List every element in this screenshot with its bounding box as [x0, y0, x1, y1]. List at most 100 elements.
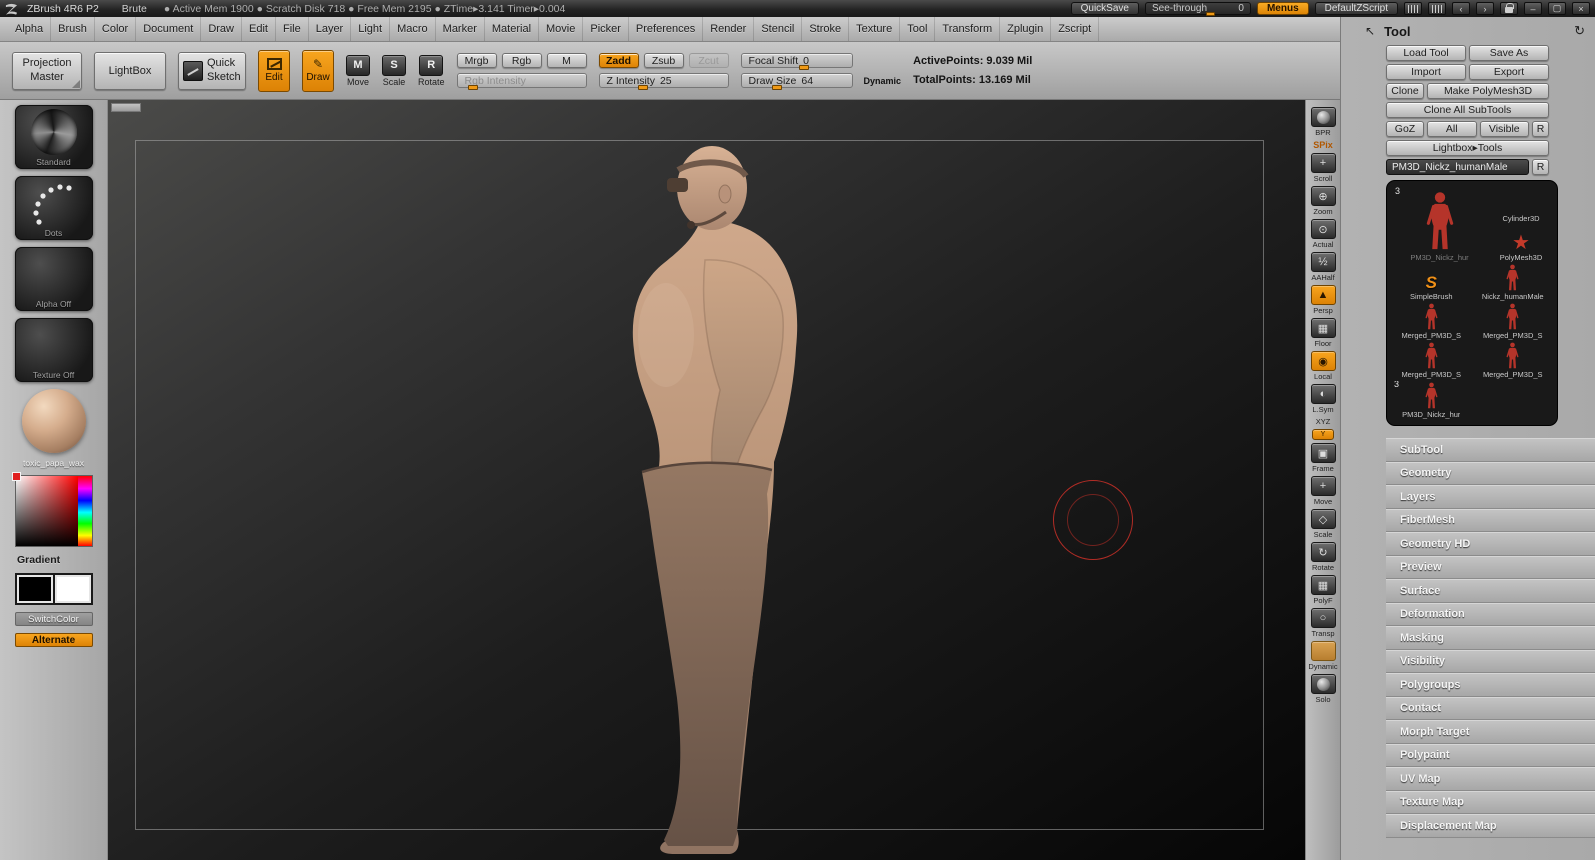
mrgb-button[interactable]: Mrgb — [456, 53, 497, 68]
menu-document[interactable]: Document — [136, 17, 202, 41]
section-visibility[interactable]: Visibility — [1386, 649, 1595, 673]
section-contact[interactable]: Contact — [1386, 696, 1595, 720]
menu-edit[interactable]: Edit — [242, 17, 276, 41]
import-button[interactable]: Import — [1386, 64, 1466, 80]
spix-button[interactable]: SPix — [1313, 140, 1333, 150]
rotate3d-button[interactable]: ↻ Rotate — [1310, 542, 1336, 572]
scroll-button[interactable]: + Scroll — [1310, 153, 1336, 183]
xyz-button[interactable]: XYZ — [1316, 417, 1331, 426]
tool-thumb-nickz-humanmale[interactable]: Nickz_humanMale — [1474, 264, 1553, 301]
section-polypaint[interactable]: Polypaint — [1386, 743, 1595, 767]
projection-master-button[interactable]: Projection Master — [12, 51, 82, 90]
see-through-handle[interactable] — [1206, 12, 1216, 16]
goz-all-button[interactable]: All — [1427, 121, 1477, 137]
m-button[interactable]: M — [546, 53, 587, 68]
edit-toggle[interactable]: Edit — [258, 49, 290, 92]
menu-layer[interactable]: Layer — [309, 17, 352, 41]
tool-thumb-pm3d-nickz[interactable]: 3 PM3D_Nickz_hur — [1392, 381, 1471, 419]
menu-zscript[interactable]: Zscript — [1051, 17, 1100, 41]
section-morph-target[interactable]: Morph Target — [1386, 720, 1595, 744]
secondary-color-swatch[interactable] — [54, 575, 91, 603]
ui-config-icon[interactable] — [1404, 2, 1422, 15]
aahalf-button[interactable]: ½ AAHalf — [1310, 252, 1336, 282]
floor-y-axis-button[interactable]: Y — [1312, 429, 1334, 440]
menu-light[interactable]: Light — [351, 17, 391, 41]
persp-button[interactable]: ▲ Persp — [1310, 285, 1336, 315]
menu-zplugin[interactable]: Zplugin — [1000, 17, 1052, 41]
current-material-thumbnail[interactable] — [21, 389, 86, 453]
primary-color-swatch[interactable] — [16, 575, 53, 603]
clone-all-subtools-button[interactable]: Clone All SubTools — [1386, 102, 1549, 118]
goz-visible-button[interactable]: Visible — [1479, 121, 1529, 137]
section-surface[interactable]: Surface — [1386, 579, 1595, 603]
z-intensity-slider[interactable]: Z Intensity 25 — [598, 73, 729, 90]
quicksave-button[interactable]: QuickSave — [1070, 2, 1139, 15]
scale3d-button[interactable]: ◇ Scale — [1310, 509, 1336, 539]
menu-tool[interactable]: Tool — [900, 17, 936, 41]
canvas-corner-handle[interactable] — [111, 103, 141, 112]
zcut-button[interactable]: Zcut — [688, 53, 729, 68]
rgb-intensity-slider[interactable]: Rgb Intensity — [456, 73, 587, 90]
dynamic-persp-button[interactable]: Dynamic — [1308, 641, 1338, 671]
section-deformation[interactable]: Deformation — [1386, 602, 1595, 626]
menu-movie[interactable]: Movie — [539, 17, 584, 41]
see-through-slider[interactable]: See-through 0 — [1144, 2, 1251, 16]
menu-stroke[interactable]: Stroke — [802, 17, 850, 41]
section-masking[interactable]: Masking — [1386, 626, 1595, 650]
lightbox-tools-button[interactable]: Lightbox▸Tools — [1386, 140, 1549, 156]
rgb-intensity-handle[interactable] — [467, 85, 478, 90]
section-geometry[interactable]: Geometry — [1386, 461, 1595, 485]
current-stroke-thumbnail[interactable]: Dots — [14, 176, 93, 240]
section-layers[interactable]: Layers — [1386, 485, 1595, 509]
menu-transform[interactable]: Transform — [935, 17, 1001, 41]
switch-color-button[interactable]: SwitchColor — [14, 612, 93, 626]
current-alpha-thumbnail[interactable]: Alpha Off — [14, 247, 93, 311]
section-preview[interactable]: Preview — [1386, 555, 1595, 579]
current-color-swatch[interactable] — [11, 472, 21, 481]
draw-toggle[interactable]: ✎ Draw — [302, 49, 334, 92]
goz-button[interactable]: GoZ — [1386, 121, 1424, 137]
section-texture-map[interactable]: Texture Map — [1386, 790, 1595, 814]
sculpt-canvas[interactable] — [108, 100, 1305, 860]
focal-shift-handle[interactable] — [798, 65, 809, 70]
section-subtool[interactable]: SubTool — [1386, 438, 1595, 462]
lightbox-button[interactable]: LightBox — [94, 51, 166, 90]
section-polygroups[interactable]: Polygroups — [1386, 673, 1595, 697]
actual-button[interactable]: ⊙ Actual — [1310, 219, 1336, 249]
section-uv-map[interactable]: UV Map — [1386, 767, 1595, 791]
rotate-button[interactable]: R Rotate — [418, 54, 445, 87]
current-brush-thumbnail[interactable]: Standard — [14, 105, 93, 169]
local-button[interactable]: ◉ Local — [1310, 351, 1336, 381]
menu-picker[interactable]: Picker — [583, 17, 629, 41]
scale-button[interactable]: S Scale — [382, 54, 406, 87]
expand-ui-icon[interactable]: › — [1476, 2, 1494, 15]
current-tool-name[interactable]: PM3D_Nickz_humanMale — [1386, 159, 1529, 175]
tool-thumb-cylinder3d[interactable]: Cylinder3D — [1490, 186, 1552, 223]
export-button[interactable]: Export — [1469, 64, 1549, 80]
lsym-button[interactable]: ◐ L.Sym — [1310, 384, 1336, 414]
goz-r-button[interactable]: R — [1532, 121, 1549, 137]
color-picker[interactable] — [11, 472, 93, 547]
menu-alpha[interactable]: Alpha — [8, 17, 52, 41]
save-as-button[interactable]: Save As — [1469, 45, 1549, 61]
gradient-label[interactable]: Gradient — [17, 554, 60, 566]
current-tool-r-button[interactable]: R — [1532, 159, 1549, 175]
lock-icon[interactable] — [1500, 2, 1518, 15]
active-tool-thumbnail[interactable]: 3 PM3D_Nickz_hur — [1392, 186, 1487, 262]
tool-thumb-merged-4[interactable]: Merged_PM3D_S — [1474, 342, 1553, 379]
collapse-tray-icon[interactable]: ↖ — [1365, 24, 1375, 38]
minimize-icon[interactable]: – — [1524, 2, 1542, 15]
tool-thumb-simplebrush[interactable]: S SimpleBrush — [1392, 264, 1471, 302]
zadd-button[interactable]: Zadd — [598, 53, 639, 68]
polyframe-button[interactable]: ▦ PolyF — [1310, 575, 1336, 605]
close-icon[interactable]: × — [1572, 2, 1590, 15]
bpr-button[interactable]: BPR — [1310, 107, 1336, 137]
default-zscript-button[interactable]: DefaultZScript — [1314, 2, 1398, 15]
move-button[interactable]: M Move — [346, 54, 370, 87]
draw-size-slider[interactable]: Draw Size 64 — [740, 73, 853, 90]
menu-material[interactable]: Material — [485, 17, 540, 41]
menu-marker[interactable]: Marker — [436, 17, 485, 41]
alternate-button[interactable]: Alternate — [14, 633, 93, 647]
z-intensity-handle[interactable] — [637, 85, 648, 90]
menu-macro[interactable]: Macro — [390, 17, 436, 41]
